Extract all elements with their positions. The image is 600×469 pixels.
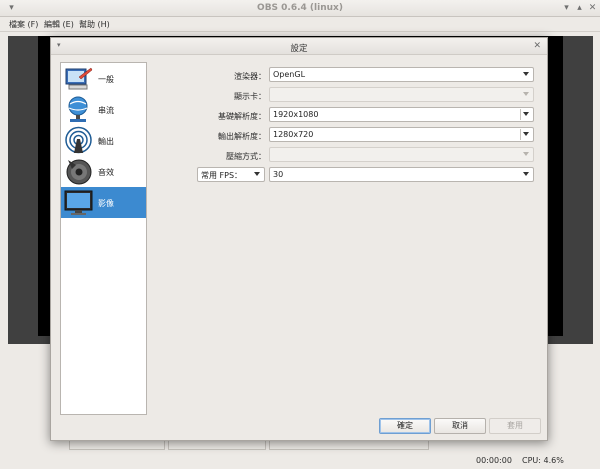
renderer-select[interactable]: OpenGL bbox=[269, 67, 534, 82]
chevron-down-icon bbox=[523, 152, 529, 156]
main-window-title: OBS 0.6.4 (linux) bbox=[257, 3, 343, 13]
sidebar-item-label: 一般 bbox=[98, 75, 114, 84]
sidebar-item-label: 串流 bbox=[98, 106, 114, 115]
fps-type-value: 常用 FPS： bbox=[201, 171, 243, 180]
dialog-close-icon[interactable]: ✕ bbox=[533, 41, 541, 51]
sidebar-item-audio[interactable]: 音效 bbox=[61, 156, 146, 187]
fps-value-select[interactable]: 30 bbox=[269, 167, 534, 182]
sidebar-item-label: 音效 bbox=[98, 168, 114, 177]
renderer-value: OpenGL bbox=[273, 70, 306, 79]
menubar: 檔案 (F) 編輯 (E) 幫助 (H) bbox=[0, 17, 600, 32]
settings-dialog: ▾ 設定 ✕ 一般 串流 輸出 音效 影像 渲染器： OpenGL 顯示卡： 基… bbox=[50, 37, 548, 441]
sidebar-item-general[interactable]: 一般 bbox=[61, 63, 146, 94]
base-resolution-value: 1920x1080 bbox=[273, 110, 319, 119]
status-cpu: CPU: 4.6% bbox=[522, 456, 564, 465]
general-settings-icon bbox=[65, 67, 93, 90]
combo-separator bbox=[520, 109, 521, 120]
close-icon[interactable]: ✕ bbox=[587, 3, 598, 14]
sidebar-item-video[interactable]: 影像 bbox=[61, 187, 146, 218]
video-monitor-icon bbox=[64, 190, 93, 215]
chevron-down-icon bbox=[254, 172, 260, 176]
ok-button[interactable]: 確定 bbox=[379, 418, 431, 434]
output-resolution-label: 輸出解析度： bbox=[218, 132, 266, 141]
chevron-down-icon[interactable] bbox=[523, 112, 529, 116]
output-broadcast-icon bbox=[65, 126, 92, 154]
chevron-down-icon bbox=[523, 92, 529, 96]
status-time: 00:00:00 bbox=[476, 456, 512, 465]
output-resolution-value: 1280x720 bbox=[273, 130, 314, 139]
downscale-filter-label: 壓縮方式： bbox=[226, 152, 266, 161]
statusbar: 00:00:00 CPU: 4.6% bbox=[0, 451, 600, 469]
output-resolution-combo[interactable]: 1280x720 bbox=[269, 127, 534, 142]
dialog-title: 設定 bbox=[290, 44, 308, 54]
audio-speaker-icon bbox=[66, 159, 92, 185]
fps-value: 30 bbox=[273, 170, 284, 179]
sidebar-item-label: 影像 bbox=[98, 199, 114, 208]
menu-edit[interactable]: 編輯 (E) bbox=[44, 19, 74, 30]
chevron-down-icon[interactable] bbox=[523, 132, 529, 136]
fps-type-select[interactable]: 常用 FPS： bbox=[197, 167, 265, 182]
sidebar-item-stream[interactable]: 串流 bbox=[61, 94, 146, 125]
settings-sidebar: 一般 串流 輸出 音效 影像 bbox=[60, 62, 147, 415]
minimize-icon[interactable]: ▾ bbox=[561, 3, 572, 14]
sidebar-item-label: 輸出 bbox=[98, 137, 114, 146]
base-resolution-combo[interactable]: 1920x1080 bbox=[269, 107, 534, 122]
renderer-label: 渲染器： bbox=[234, 72, 266, 81]
menu-file[interactable]: 檔案 (F) bbox=[9, 19, 38, 30]
sidebar-item-output[interactable]: 輸出 bbox=[61, 125, 146, 156]
cancel-button[interactable]: 取消 bbox=[434, 418, 486, 434]
adapter-select bbox=[269, 87, 534, 102]
main-titlebar: ▾ OBS 0.6.4 (linux) ▾ ▴ ✕ bbox=[0, 0, 600, 17]
dialog-titlebar: ▾ 設定 ✕ bbox=[51, 38, 547, 55]
chevron-down-icon bbox=[523, 72, 529, 76]
adapter-label: 顯示卡： bbox=[234, 92, 266, 101]
downscale-filter-select bbox=[269, 147, 534, 162]
chevron-down-icon bbox=[523, 172, 529, 176]
base-resolution-label: 基礎解析度： bbox=[218, 112, 266, 121]
stream-globe-icon bbox=[68, 96, 88, 122]
combo-separator bbox=[520, 129, 521, 140]
maximize-icon[interactable]: ▴ bbox=[574, 3, 585, 14]
apply-button: 套用 bbox=[489, 418, 541, 434]
menu-help[interactable]: 幫助 (H) bbox=[79, 19, 110, 30]
